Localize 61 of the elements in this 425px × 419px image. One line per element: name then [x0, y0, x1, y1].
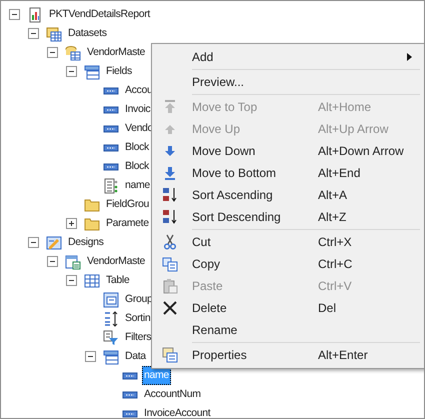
tree-item[interactable]: VendorMaste	[85, 43, 148, 62]
tree-item[interactable]: name	[123, 176, 152, 195]
tree-item[interactable]: Invoic	[123, 100, 152, 119]
tree-item[interactable]: PKTVendDetailsReport	[47, 5, 152, 24]
tree-item[interactable]: Sortin	[123, 309, 152, 328]
menu-item[interactable]: Sort Ascending Alt+A	[154, 184, 422, 206]
sort-descending-icon	[162, 209, 178, 225]
fields-icon	[84, 64, 100, 80]
menu-item[interactable]: Cut Ctrl+X	[154, 231, 422, 253]
document-icon	[103, 178, 119, 194]
copy-icon	[162, 256, 178, 272]
menu-item[interactable]: Move to Bottom Alt+End	[154, 162, 422, 184]
menu-item[interactable]: Move Down Alt+Down Arrow	[154, 140, 422, 162]
menu-item[interactable]: Add	[154, 46, 422, 68]
tree-item[interactable]: Data	[123, 347, 148, 366]
tree-item[interactable]: Paramete	[104, 214, 151, 233]
paste-icon	[162, 278, 178, 294]
move-top-icon	[162, 99, 178, 115]
collapse-icon[interactable]	[47, 256, 58, 267]
menu-item[interactable]: Preview...	[154, 71, 422, 93]
filter-icon	[103, 330, 119, 346]
fields-icon	[103, 348, 119, 364]
tree-item[interactable]: Designs	[66, 233, 106, 252]
tree-item[interactable]: Datasets	[66, 24, 109, 43]
tree-item[interactable]: Block	[123, 138, 151, 157]
groupings-icon	[103, 292, 119, 308]
designs-icon	[46, 234, 62, 250]
tree-item[interactable]: AccountNum	[142, 385, 203, 404]
properties-icon	[162, 347, 178, 363]
move-bottom-icon	[162, 165, 178, 181]
design-icon	[65, 254, 81, 270]
menu-item[interactable]: Delete Del	[154, 297, 422, 319]
delete-icon	[162, 300, 178, 316]
tree-item[interactable]: Fields	[104, 62, 134, 81]
tree-item[interactable]: VendorMaste	[85, 252, 148, 271]
sort-ascending-icon	[162, 187, 178, 203]
collapse-icon[interactable]	[66, 275, 77, 286]
collapse-icon[interactable]	[28, 28, 39, 39]
tree-item[interactable]: FieldGrou	[104, 195, 151, 214]
expand-icon[interactable]	[66, 218, 77, 229]
tree-item[interactable]: InvoiceAccount	[142, 404, 212, 418]
datasets-icon	[46, 26, 62, 42]
collapse-icon[interactable]	[66, 66, 77, 77]
tree-item[interactable]: Table	[104, 271, 132, 290]
report-icon	[27, 6, 43, 22]
sort-icon	[103, 310, 119, 326]
scissors-icon	[162, 234, 178, 250]
collapse-icon[interactable]	[9, 9, 20, 20]
table-icon	[84, 272, 100, 288]
dataset-icon	[65, 44, 81, 60]
collapse-icon[interactable]	[85, 351, 96, 362]
menu-item[interactable]: Properties Alt+Enter	[154, 344, 422, 366]
tree-item[interactable]: Filters	[123, 328, 154, 347]
tree-item[interactable]: Block	[123, 157, 151, 176]
collapse-icon[interactable]	[28, 237, 39, 248]
collapse-icon[interactable]	[47, 47, 58, 58]
menu-item[interactable]: Copy Ctrl+C	[154, 253, 422, 275]
menu-item[interactable]: Sort Descending Alt+Z	[154, 206, 422, 228]
folder-icon	[84, 216, 100, 232]
folder-icon	[84, 196, 100, 212]
menu-item[interactable]: Rename	[154, 319, 422, 341]
